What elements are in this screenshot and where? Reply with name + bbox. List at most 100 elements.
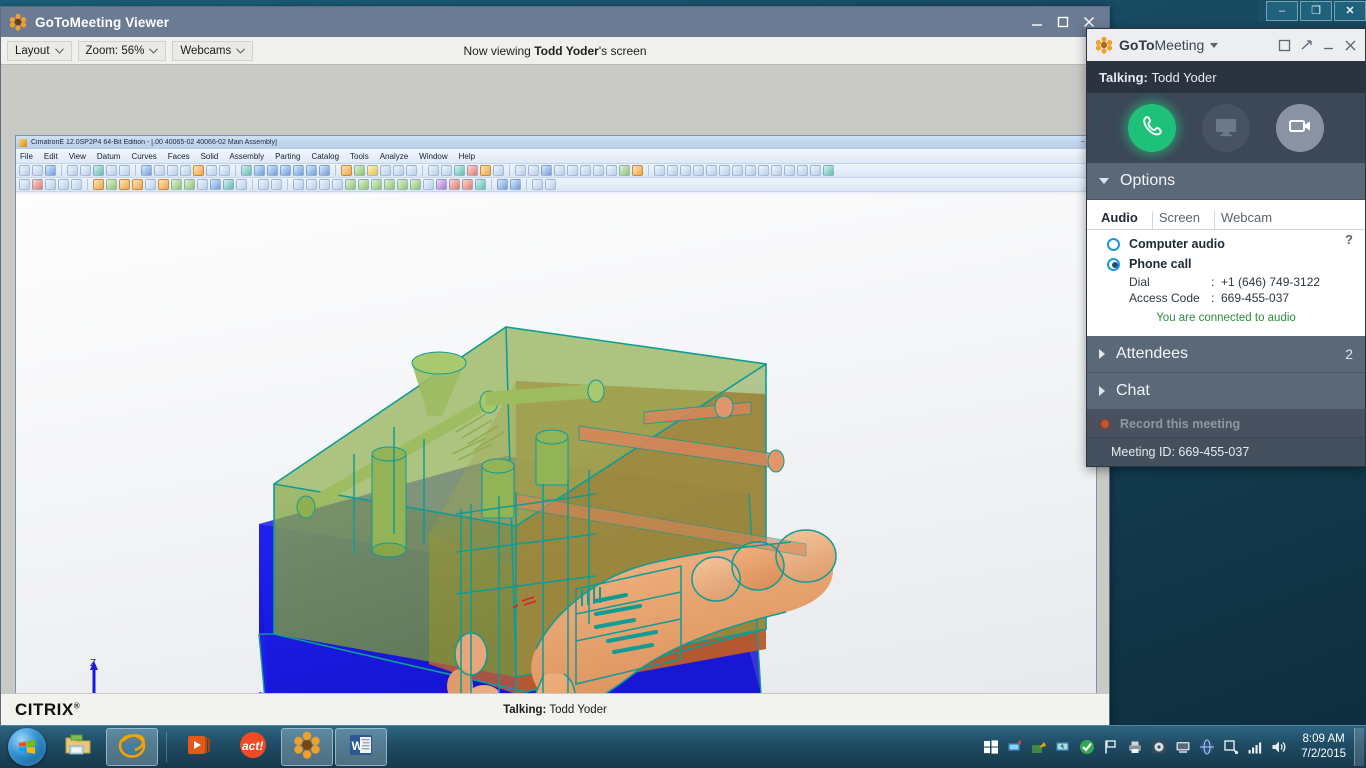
polyline-tool-icon[interactable] — [667, 165, 678, 176]
analyze-icon[interactable] — [119, 165, 130, 176]
sketch-icon[interactable] — [45, 179, 56, 190]
assembly-tree-icon[interactable] — [541, 165, 552, 176]
arc-tool-icon[interactable] — [693, 165, 704, 176]
maximize-icon[interactable] — [1055, 14, 1071, 30]
line-tool-icon[interactable] — [654, 165, 665, 176]
face-trim-icon[interactable] — [306, 179, 317, 190]
quick-electrode-icon[interactable] — [271, 179, 282, 190]
wireframe-icon[interactable] — [206, 165, 217, 176]
menu-parting[interactable]: Parting — [275, 152, 300, 161]
solid-pattern-icon[interactable] — [449, 179, 460, 190]
catalog-browse-icon[interactable] — [515, 165, 526, 176]
grid-icon[interactable] — [428, 165, 439, 176]
signal-icon[interactable] — [1246, 739, 1263, 756]
blank-icon[interactable] — [393, 165, 404, 176]
mirror-tool-icon[interactable] — [810, 165, 821, 176]
show-desktop-button[interactable] — [1354, 728, 1364, 766]
ejector-icon[interactable] — [197, 179, 208, 190]
solid-split-icon[interactable] — [384, 179, 395, 190]
light-on-icon[interactable] — [354, 165, 365, 176]
close-icon[interactable] — [1344, 39, 1357, 52]
slider-icon[interactable] — [223, 179, 234, 190]
text-icon[interactable] — [606, 165, 617, 176]
tab-screen[interactable]: Screen — [1153, 211, 1216, 229]
menu-solid[interactable]: Solid — [201, 152, 219, 161]
export-icon[interactable] — [632, 165, 643, 176]
solid-mirror-icon[interactable] — [462, 179, 473, 190]
plug-icon[interactable] — [1222, 739, 1239, 756]
quick-split-icon[interactable] — [258, 179, 269, 190]
computer-audio-radio[interactable] — [1107, 237, 1120, 251]
record-meeting-row[interactable]: Record this meeting — [1087, 410, 1365, 438]
solid-scale-icon[interactable] — [436, 179, 447, 190]
network-icon[interactable] — [1006, 739, 1023, 756]
webcam-button[interactable] — [1276, 104, 1324, 152]
sketch-edit-icon[interactable] — [58, 179, 69, 190]
view-bottom-icon[interactable] — [319, 165, 330, 176]
view-left-icon[interactable] — [293, 165, 304, 176]
host-restore-button[interactable]: ❐ — [1300, 1, 1332, 21]
light-off-icon[interactable] — [367, 165, 378, 176]
mold-base-icon[interactable] — [210, 179, 221, 190]
taskbar-clock[interactable]: 8:09 AM 7/2/2015 — [1295, 732, 1354, 762]
undo-icon[interactable] — [67, 165, 78, 176]
visibility-icon[interactable] — [380, 165, 391, 176]
gate-icon[interactable] — [171, 179, 182, 190]
rectangle-tool-icon[interactable] — [784, 165, 795, 176]
menu-faces[interactable]: Faces — [168, 152, 190, 161]
view-back-icon[interactable] — [306, 165, 317, 176]
chamfer-tool-icon[interactable] — [771, 165, 782, 176]
parting-split-icon[interactable] — [93, 179, 104, 190]
taskbar-word[interactable]: W — [335, 728, 387, 766]
face-heal-icon[interactable] — [332, 179, 343, 190]
lifter-icon[interactable] — [236, 179, 247, 190]
antivirus-icon[interactable] — [1078, 739, 1095, 756]
menu-catalog[interactable]: Catalog — [311, 152, 339, 161]
menu-edit[interactable]: Edit — [44, 152, 58, 161]
taskbar-internet-explorer[interactable]: e — [106, 728, 158, 766]
taskbar-gotomeeting[interactable] — [281, 728, 333, 766]
tab-webcam[interactable]: Webcam — [1215, 211, 1286, 229]
solid-info-icon[interactable] — [475, 179, 486, 190]
fillet-tool-icon[interactable] — [758, 165, 769, 176]
solid-intersect-icon[interactable] — [371, 179, 382, 190]
windows-icon[interactable] — [982, 739, 999, 756]
help-icon[interactable]: ? — [1345, 232, 1353, 247]
view-top-icon[interactable] — [267, 165, 278, 176]
color-icon[interactable] — [467, 165, 478, 176]
draft-check-icon[interactable] — [145, 179, 156, 190]
globe-icon[interactable] — [1198, 739, 1215, 756]
flag-icon[interactable] — [1102, 739, 1119, 756]
dock-icon[interactable] — [1278, 39, 1291, 52]
rotate-icon[interactable] — [180, 165, 191, 176]
circle-tool-icon[interactable] — [680, 165, 691, 176]
menu-curves[interactable]: Curves — [131, 152, 156, 161]
menu-datum[interactable]: Datum — [97, 152, 121, 161]
minimize-icon[interactable] — [1322, 39, 1335, 52]
offset-tool-icon[interactable] — [745, 165, 756, 176]
extend-tool-icon[interactable] — [732, 165, 743, 176]
viewer-title-bar[interactable]: GoToMeeting Viewer — [1, 7, 1109, 37]
paint-icon[interactable] — [567, 165, 578, 176]
menu-view[interactable]: View — [69, 152, 86, 161]
collapse-icon[interactable] — [1300, 39, 1313, 52]
attendees-section-header[interactable]: Attendees 2 — [1087, 336, 1365, 373]
solid-shell-icon[interactable] — [397, 179, 408, 190]
delete-datum-icon[interactable] — [32, 179, 43, 190]
view-right-icon[interactable] — [280, 165, 291, 176]
menu-window[interactable]: Window — [419, 152, 447, 161]
monitor-icon[interactable] — [1174, 739, 1191, 756]
more-icon[interactable] — [493, 165, 504, 176]
layers-icon[interactable] — [341, 165, 352, 176]
tab-audio[interactable]: Audio — [1095, 211, 1153, 229]
zoom-dropdown[interactable]: Zoom: 56% — [77, 40, 167, 61]
disc-icon[interactable] — [1150, 739, 1167, 756]
trim-tool-icon[interactable] — [719, 165, 730, 176]
menu-file[interactable]: File — [20, 152, 33, 161]
menu-tools[interactable]: Tools — [350, 152, 369, 161]
chevron-down-icon[interactable] — [1210, 42, 1219, 48]
solid-remove-icon[interactable] — [358, 179, 369, 190]
open-file-icon[interactable] — [32, 165, 43, 176]
feature-edit-icon[interactable] — [545, 179, 556, 190]
dimension-icon[interactable] — [593, 165, 604, 176]
